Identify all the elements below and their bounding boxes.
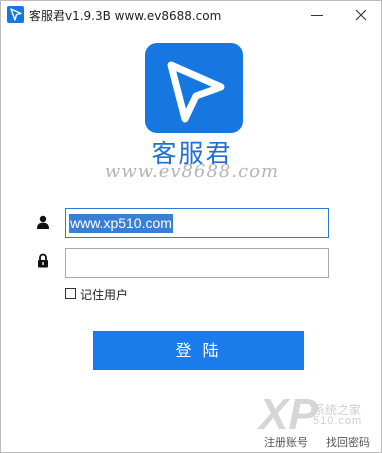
lock-icon [38,253,48,268]
username-value: www.xp510.com [69,214,173,233]
app-logo [145,43,243,133]
login-button[interactable]: 登 陆 [93,331,304,370]
password-input[interactable] [65,248,329,278]
register-link[interactable]: 注册账号 [264,434,308,450]
paper-plane-icon [7,6,24,23]
forgot-password-link[interactable]: 找回密码 [326,434,370,450]
window-title: 客服君v1.9.3B www.ev8688.com [29,9,222,23]
user-icon [37,215,49,229]
watermark-logo: XP [259,390,318,439]
username-input[interactable]: www.xp510.com [65,208,329,238]
minimize-icon [311,15,323,16]
close-icon [355,9,367,21]
title-bar[interactable]: 客服君v1.9.3B www.ev8688.com [1,1,381,29]
paper-plane-icon [167,61,225,123]
remember-user-label: 记住用户 [80,288,129,302]
watermark-domain: 510.com [313,415,363,427]
minimize-button[interactable] [297,1,337,29]
brand-website: www.ev8688.com [104,161,280,182]
close-button[interactable] [341,1,381,29]
login-window: 客服君v1.9.3B www.ev8688.com 客服君 www.ev8688… [0,0,382,453]
checkbox-box[interactable] [65,288,76,299]
